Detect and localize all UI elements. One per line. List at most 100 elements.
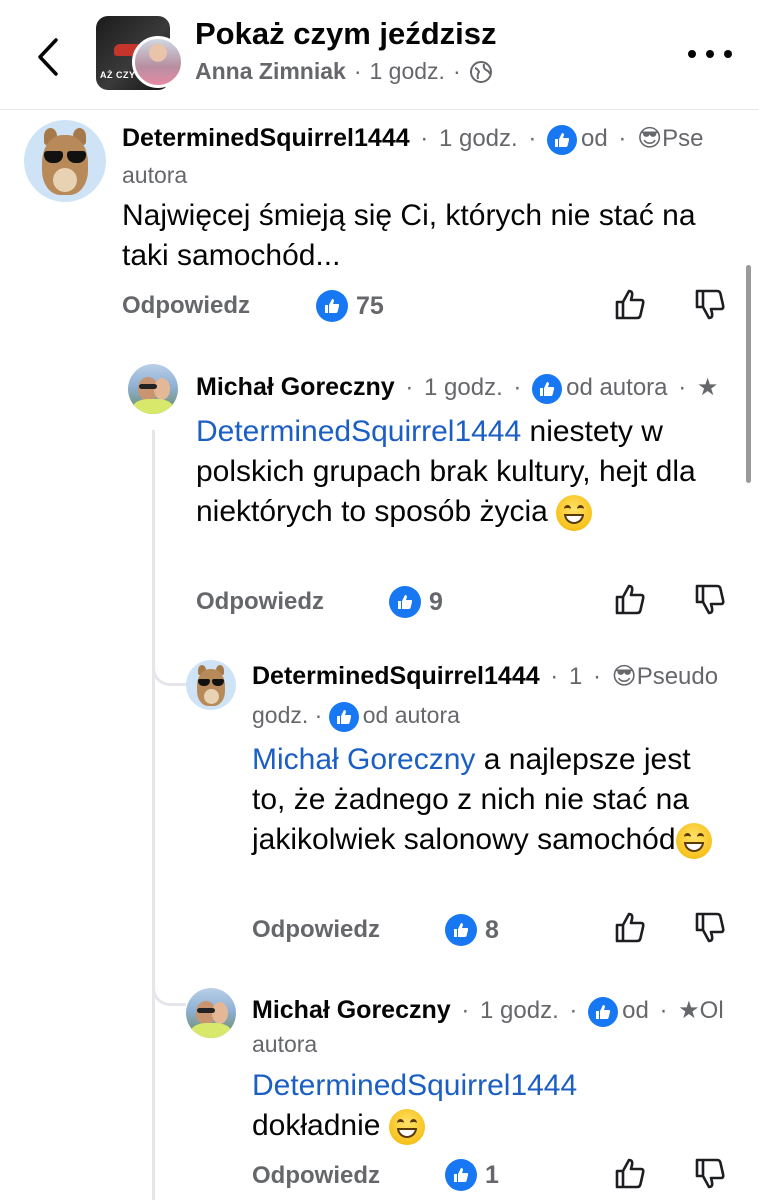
upvote-icon[interactable] (612, 1156, 648, 1192)
more-options-button[interactable] (688, 42, 732, 66)
comment-text: dokładnie (252, 1106, 722, 1146)
avatar-part (197, 1008, 215, 1013)
comment-meta: DeterminedSquirrel1444 · 1 · 😎Pseudo (252, 662, 718, 691)
avatar-part (212, 1002, 228, 1024)
star-icon: ★ (696, 374, 719, 401)
commenter-name[interactable]: Michał Goreczny (252, 996, 451, 1024)
back-button[interactable] (28, 34, 68, 80)
mention-link[interactable]: Michał Goreczny (252, 743, 475, 776)
separator-dot: · (314, 702, 323, 729)
avatar[interactable] (128, 364, 178, 414)
downvote-icon[interactable] (692, 287, 728, 323)
downvote-icon[interactable] (692, 1156, 728, 1192)
thread-connector (152, 656, 186, 686)
comment-time[interactable]: 1 godz. (480, 997, 559, 1024)
downvote-icon[interactable] (692, 910, 728, 946)
badge-text: od (581, 125, 608, 152)
like-count[interactable]: 9 (389, 586, 443, 618)
chevron-left-icon (38, 38, 58, 76)
badge-text: od autora (566, 374, 668, 401)
comment-text: DeterminedSquirrel1444 niestety w polski… (196, 412, 736, 532)
separator-dot: · (461, 997, 470, 1024)
post-time[interactable]: 1 godz. (369, 58, 444, 85)
reply-button[interactable]: Odpowiedz (122, 292, 250, 320)
comment-time[interactable]: 1 (569, 663, 582, 690)
grinning-face-emoji (388, 1109, 425, 1146)
upvote-icon[interactable] (612, 582, 648, 618)
avatar-part (139, 384, 157, 389)
reply-button[interactable]: Odpowiedz (252, 1162, 380, 1190)
like-count-value: 1 (485, 1160, 499, 1189)
thread-line (152, 430, 155, 1200)
avatar-part (133, 399, 173, 414)
comment-meta: Michał Goreczny · 1 godz. · od autora · … (196, 373, 718, 404)
downvote-icon[interactable] (692, 582, 728, 618)
avatar-part (154, 378, 170, 400)
avatar[interactable] (24, 120, 106, 202)
more-horizontal-icon (688, 50, 696, 58)
like-count[interactable]: 75 (316, 290, 384, 322)
comment-text: Najwięcej śmieją się Ci, których nie sta… (122, 199, 696, 272)
comment-meta: Michał Goreczny · 1 godz. · od · ★Ol (252, 996, 724, 1027)
upvote-icon[interactable] (612, 910, 648, 946)
like-count[interactable]: 8 (445, 914, 499, 946)
commenter-name[interactable]: Michał Goreczny (196, 373, 395, 401)
separator-dot: · (569, 997, 578, 1024)
like-icon (445, 1159, 477, 1191)
thumbs-up-icon (532, 373, 563, 404)
comment-text: Michał Goreczny a najlepsze jest to, że … (252, 740, 722, 860)
like-count-value: 9 (429, 587, 443, 616)
extra-badge-text: Pse (662, 125, 704, 152)
separator-dot: · (659, 997, 668, 1024)
extra-badge-text: Pseudo (636, 663, 719, 690)
like-icon (445, 914, 477, 946)
like-icon (316, 290, 348, 322)
avatar[interactable] (186, 660, 236, 710)
separator-dot: · (618, 125, 627, 152)
thread-connector (152, 976, 186, 1006)
commenter-name[interactable]: DeterminedSquirrel1444 (252, 662, 540, 690)
grinning-sweat-emoji (675, 823, 712, 860)
sunglasses-icon: 😎 (637, 125, 663, 152)
avatar-part (203, 689, 219, 704)
badge-text-continued: autora (252, 1031, 318, 1057)
more-dot (706, 50, 714, 58)
like-count-value: 8 (485, 915, 499, 944)
comment-meta: DeterminedSquirrel1444 · 1 godz. · od · … (122, 124, 703, 155)
badge-text: od autora (362, 702, 460, 729)
avatar-part (43, 151, 87, 163)
badge-text-continued: autora (122, 162, 188, 188)
reply-button[interactable]: Odpowiedz (196, 588, 324, 616)
mention-link[interactable]: DeterminedSquirrel1444 (196, 415, 521, 448)
post-header: AŻ CZY Pokaż czym jeździsz Anna Zimniak … (0, 0, 759, 110)
scrollbar[interactable] (746, 265, 751, 483)
separator-dot: · (405, 374, 414, 401)
group-title[interactable]: Pokaż czym jeździsz (195, 16, 497, 52)
globe-icon (469, 60, 492, 83)
upvote-icon[interactable] (612, 287, 648, 323)
separator-dot: · (452, 58, 461, 84)
like-count[interactable]: 1 (445, 1159, 499, 1191)
post-subtitle: Anna Zimniak · 1 godz. · (195, 58, 493, 85)
grinning-face-emoji (556, 495, 593, 532)
avatar[interactable] (186, 988, 236, 1038)
separator-dot: · (353, 58, 362, 84)
avatar-part (198, 679, 224, 686)
comment-time[interactable]: 1 godz. (424, 374, 503, 401)
post-author-name[interactable]: Anna Zimniak (195, 58, 346, 85)
star-icon: ★ (678, 997, 700, 1024)
separator-dot: · (550, 663, 559, 690)
commenter-name[interactable]: DeterminedSquirrel1444 (122, 124, 410, 152)
reply-button[interactable]: Odpowiedz (252, 916, 380, 944)
thumbs-up-icon (547, 124, 578, 155)
comment-time[interactable]: 1 godz. (439, 125, 518, 152)
sunglasses-icon: 😎 (611, 663, 637, 690)
post-author-avatar[interactable] (132, 36, 184, 88)
separator-dot: · (528, 125, 537, 152)
mention-link[interactable]: DeterminedSquirrel1444 (252, 1066, 722, 1106)
comment-body: dokładnie (252, 1109, 381, 1142)
comment-time-continued[interactable]: godz. (252, 702, 308, 728)
badge-text: od (622, 997, 649, 1024)
extra-badge-text: Ol (699, 997, 724, 1024)
avatar-part (191, 1023, 231, 1038)
